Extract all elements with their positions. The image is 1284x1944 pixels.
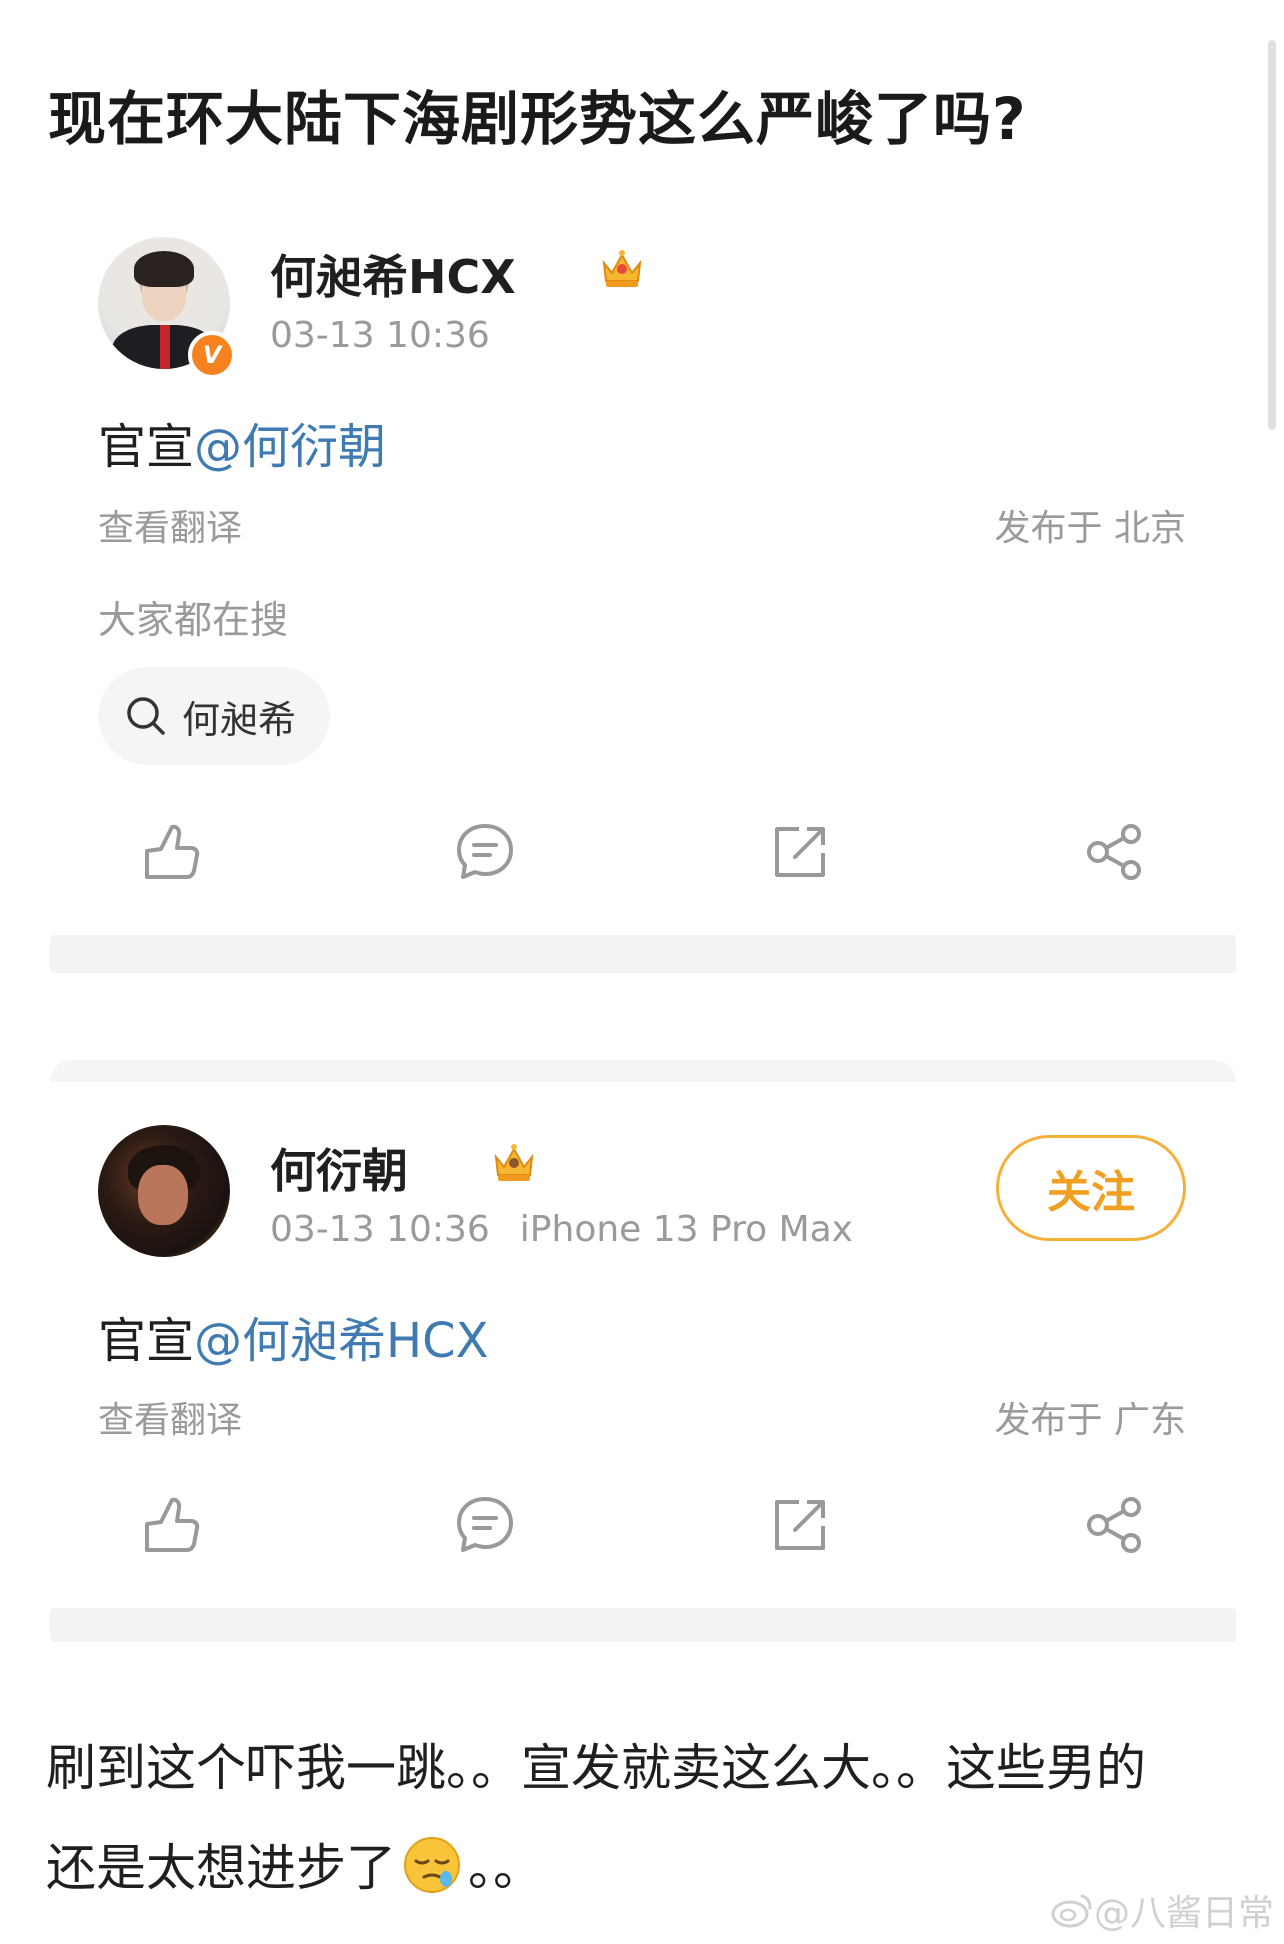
card-divider <box>50 935 1236 973</box>
comment-line-2-punct: 。。 <box>468 1839 543 1897</box>
weibo-logo-icon <box>1051 1894 1092 1928</box>
content-text: 官宣 <box>98 419 195 475</box>
weibo-card-1: V 何昶希HCX 03-13 10:36 官宣@何衍朝 查看翻译 发布于 北京 … <box>50 215 1236 935</box>
comment-button[interactable] <box>445 812 525 892</box>
comment-icon <box>457 1497 513 1552</box>
crown-icon <box>602 250 642 287</box>
post-content: 官宣@何昶希HCX <box>98 1301 489 1371</box>
mention-link[interactable]: @何昶希HCX <box>194 1313 489 1369</box>
content-text: 官宣 <box>98 1313 195 1369</box>
username[interactable]: 何衍朝 <box>270 1135 408 1201</box>
scrollbar[interactable] <box>1268 40 1276 430</box>
mention-link[interactable]: @何衍朝 <box>194 419 386 475</box>
verified-badge: V <box>188 331 236 379</box>
like-button[interactable] <box>130 812 210 892</box>
weibo-card-2: 何衍朝 03-13 10:36 iPhone 13 Pro Max 关注 官宣@何… <box>50 1085 1236 1625</box>
like-icon <box>145 824 200 879</box>
like-button[interactable] <box>130 1485 210 1565</box>
avatar-face <box>138 1165 188 1225</box>
hot-search-chip[interactable]: 何昶希 <box>98 667 331 765</box>
search-icon <box>127 697 165 735</box>
screenshot-page: 现在环大陆下海剧形势这么严峻了吗? V 何昶希HCX 03-13 10:36 官… <box>0 0 1284 1944</box>
post-title: 现在环大陆下海剧形势这么严峻了吗? <box>48 85 1027 153</box>
translate-link[interactable]: 查看翻译 <box>98 499 242 551</box>
share-icon <box>1087 824 1141 880</box>
repost-button[interactable] <box>760 1485 840 1565</box>
comment-icon <box>457 824 513 879</box>
share-button[interactable] <box>1075 812 1155 892</box>
like-icon <box>145 1497 200 1552</box>
avatar-tie <box>160 325 170 369</box>
hot-search-label: 大家都在搜 <box>98 598 289 642</box>
repost-button[interactable] <box>760 812 840 892</box>
comment-button[interactable] <box>445 1485 525 1565</box>
avatar[interactable] <box>98 1125 230 1257</box>
repost-icon <box>775 1500 825 1550</box>
crown-icon <box>494 1144 534 1181</box>
post-timestamp: 03-13 10:36 <box>270 1209 490 1250</box>
post-timestamp: 03-13 10:36 <box>270 315 490 356</box>
hot-search-chip-label: 何昶希 <box>182 697 297 742</box>
post-meta: 03-13 10:36 iPhone 13 Pro Max <box>270 1209 853 1250</box>
avatar-hair <box>134 251 194 287</box>
comment-line-1: 刷到这个吓我一跳。。宣发就卖这么大。。这些男的 <box>46 1739 1146 1797</box>
share-icon <box>1087 1497 1141 1553</box>
follow-button[interactable]: 关注 <box>996 1135 1186 1241</box>
card-divider <box>50 1060 1236 1082</box>
repost-icon <box>775 827 825 877</box>
share-button[interactable] <box>1075 1485 1155 1565</box>
action-bar <box>50 1485 1236 1565</box>
post-location: 发布于 北京 <box>994 508 1186 549</box>
card-divider <box>50 1608 1236 1642</box>
username[interactable]: 何昶希HCX <box>270 241 516 307</box>
post-location: 发布于 广东 <box>994 1400 1186 1441</box>
action-bar <box>50 812 1236 892</box>
comment-line-2-text: 还是太想进步了 <box>46 1839 396 1897</box>
post-device: iPhone 13 Pro Max <box>519 1209 853 1250</box>
post-content: 官宣@何衍朝 <box>98 407 386 477</box>
watermark: @八酱日常 <box>1050 1884 1274 1936</box>
translate-link[interactable]: 查看翻译 <box>98 1391 242 1443</box>
sleepy-face-emoji-icon <box>404 1837 460 1893</box>
watermark-text: @八酱日常 <box>1093 1893 1274 1934</box>
